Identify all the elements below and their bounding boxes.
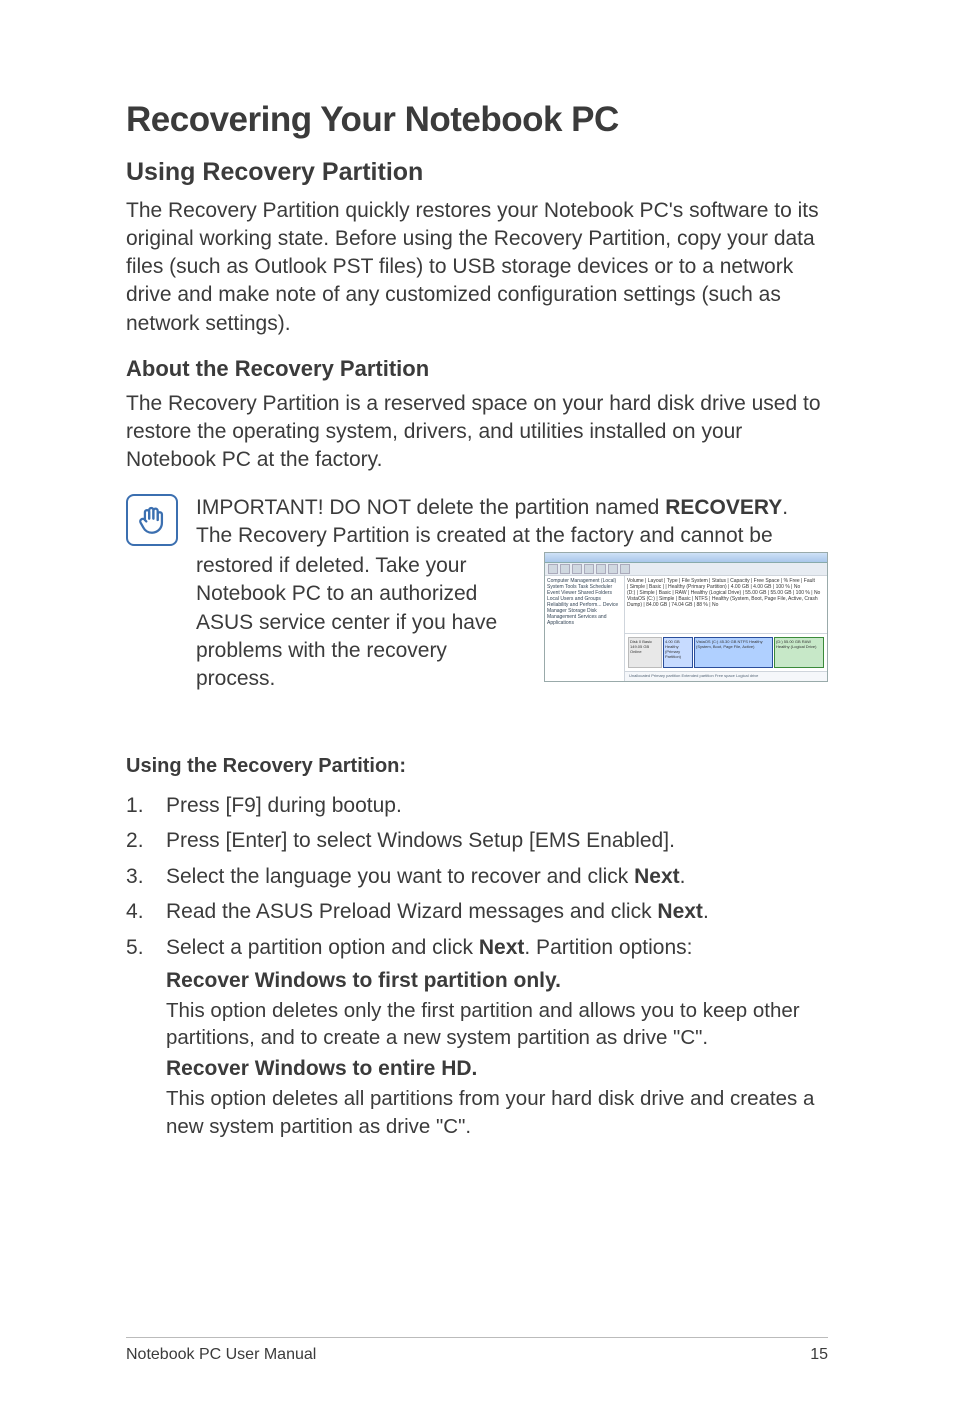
important-note: IMPORTANT! DO NOT delete the partition n… — [126, 494, 828, 550]
restored-row: restored if deleted. Take your Notebook … — [126, 552, 828, 693]
option-1-title: Recover Windows to first partition only. — [166, 969, 828, 993]
about-paragraph: The Recovery Partition is a reserved spa… — [126, 390, 828, 474]
dm-graph: Disk 0 Basic 149.05 GB Online 4.00 GB He… — [625, 633, 827, 671]
option-2-body: This option deletes all partitions from … — [166, 1085, 828, 1139]
section-heading: Using Recovery Partition — [126, 158, 828, 187]
dm-list: Volume | Layout | Type | File System | S… — [625, 576, 827, 633]
important-text: IMPORTANT! DO NOT delete the partition n… — [196, 494, 828, 550]
hand-stop-icon — [126, 494, 178, 546]
important-prefix: IMPORTANT! DO NOT delete the partition n… — [196, 496, 665, 519]
footer-left: Notebook PC User Manual — [126, 1346, 316, 1364]
dm-tree: Computer Management (Local) System Tools… — [545, 576, 625, 681]
important-bold: RECOVERY — [665, 496, 782, 519]
option-1: Recover Windows to first partition only.… — [166, 969, 828, 1139]
using-heading: Using the Recovery Partition: — [126, 755, 828, 778]
footer-page-number: 15 — [810, 1346, 828, 1364]
option-2-title: Recover Windows to entire HD. — [166, 1057, 828, 1081]
intro-paragraph: The Recovery Partition quickly restores … — [126, 197, 828, 338]
disk-management-screenshot: Computer Management (Local) System Tools… — [544, 552, 828, 682]
subheading-about: About the Recovery Partition — [126, 356, 828, 382]
restored-text: restored if deleted. Take your Notebook … — [196, 552, 526, 693]
steps-list: Press [F9] during bootup. Press [Enter] … — [126, 790, 828, 964]
step-5: Select a partition option and click Next… — [126, 932, 828, 964]
option-1-body: This option deletes only the first parti… — [166, 997, 828, 1051]
step-4: Read the ASUS Preload Wizard messages an… — [126, 896, 828, 928]
step-3: Select the language you want to recover … — [126, 861, 828, 893]
step-2: Press [Enter] to select Windows Setup [E… — [126, 825, 828, 857]
page-title: Recovering Your Notebook PC — [126, 100, 828, 140]
page-footer: Notebook PC User Manual 15 — [126, 1337, 828, 1364]
step-1: Press [F9] during bootup. — [126, 790, 828, 822]
